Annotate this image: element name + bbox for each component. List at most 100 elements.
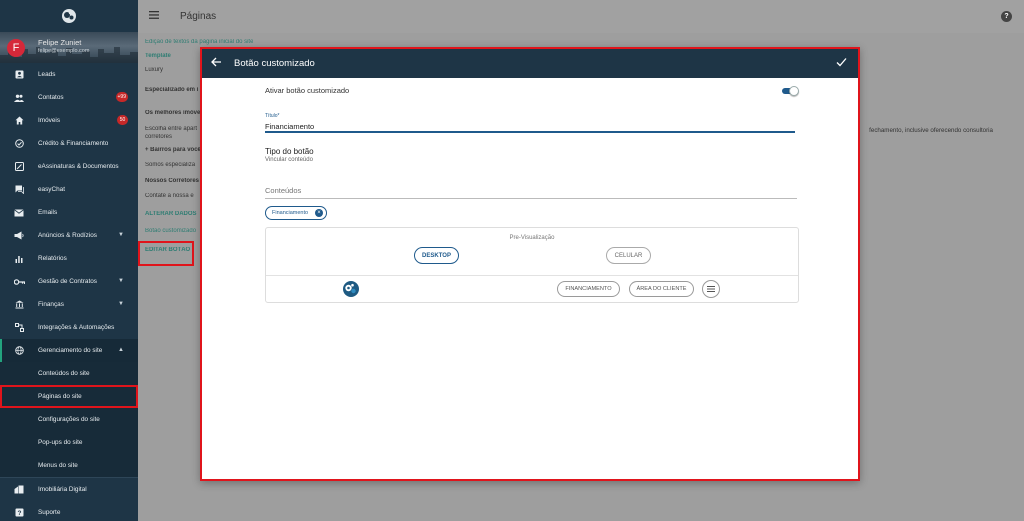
text-heading: Os melhores imóve: [145, 110, 200, 116]
close-icon[interactable]: ×: [315, 209, 323, 217]
user-name: Felipe Zuniet: [38, 38, 82, 47]
toggle-row: Ativar botão customizado: [265, 85, 799, 99]
sidebar-item-credito[interactable]: Crédito & Financiamento: [0, 132, 138, 155]
sidebar-item-contatos[interactable]: Contatos +99: [0, 86, 138, 109]
sidebar-item-financas[interactable]: Finanças ▼: [0, 293, 138, 316]
template-value: Luxury: [145, 67, 164, 73]
toggle-label: Ativar botão customizado: [265, 86, 350, 95]
sidebar-item-gestao-contratos[interactable]: Gestão de Contratos ▼: [0, 270, 138, 293]
person-card-icon: [0, 70, 38, 79]
sidebar-subitem-paginas[interactable]: Páginas do site: [0, 385, 138, 408]
sidebar-subitem-configuracoes[interactable]: Configurações do site: [0, 408, 138, 431]
sidebar-item-emails[interactable]: Emails: [0, 201, 138, 224]
desktop-button[interactable]: DESKTOP: [414, 247, 459, 264]
sidebar-item-label: Integrações & Automações: [38, 324, 115, 331]
template-label: Template: [145, 53, 171, 59]
sidebar-item-suporte[interactable]: ? Suporte: [0, 501, 138, 521]
chevron-down-icon: ▼: [118, 301, 124, 307]
preview-panel: Pre-Visualização DESKTOP CELULAR FINANCI…: [265, 227, 799, 303]
highlight-box: [138, 241, 194, 266]
avatar[interactable]: F: [7, 39, 25, 57]
brand-logo[interactable]: [0, 0, 138, 32]
integration-icon: [0, 323, 38, 332]
sidebar-subitem-conteudos[interactable]: Conteúdos do site: [0, 362, 138, 385]
sidebar-item-relatorios[interactable]: Relatórios: [0, 247, 138, 270]
sidebar-item-imobiliaria-digital[interactable]: Imobiliária Digital: [0, 478, 138, 501]
user-profile[interactable]: F Felipe Zuniet felipe@exemplo.com: [0, 32, 138, 63]
sidebar-item-leads[interactable]: Leads: [0, 63, 138, 86]
chevron-down-icon: ▼: [118, 278, 124, 284]
activate-toggle[interactable]: [781, 86, 799, 96]
signature-icon: [0, 162, 38, 171]
title-input[interactable]: Financiamento: [265, 122, 314, 131]
preview-nav-financiamento[interactable]: FINANCIAMENTO: [557, 281, 620, 297]
content-chip[interactable]: Financiamento ×: [265, 206, 327, 220]
button-type-heading: Tipo do botão: [265, 147, 314, 156]
sidebar-item-eassinaturas[interactable]: eAssinaturas & Documentos: [0, 155, 138, 178]
sidebar: F Felipe Zuniet felipe@exemplo.com Leads…: [0, 0, 138, 521]
people-icon: [0, 94, 38, 102]
preview-nav-area-cliente[interactable]: ÁREA DO CLIENTE: [629, 281, 694, 297]
sidebar-item-label: Imobiliária Digital: [38, 486, 87, 493]
page-title: Páginas: [180, 11, 217, 22]
building-icon: [0, 485, 38, 494]
sidebar-item-label: eAssinaturas & Documentos: [38, 163, 119, 170]
sidebar-item-label: Emails: [38, 209, 58, 216]
toggle-knob: [789, 86, 799, 96]
dialog-title: Botão customizado: [234, 58, 315, 69]
megaphone-icon: [0, 231, 38, 240]
key-icon: [0, 278, 38, 285]
sidebar-item-imoveis[interactable]: Imóveis 50: [0, 109, 138, 132]
text-value: corretores: [145, 134, 173, 140]
preview-title: Pre-Visualização: [509, 235, 555, 241]
botao-customizado-label: Botão customizado: [145, 228, 197, 234]
button-type-value[interactable]: Vincular conteúdo: [265, 157, 313, 163]
chevron-up-icon: ▲: [118, 347, 124, 353]
custom-button-dialog: Botão customizado Ativar botão customiza…: [200, 47, 860, 481]
editar-botao-link[interactable]: EDITAR BOTÃO: [145, 247, 190, 253]
help-icon[interactable]: ?: [1001, 11, 1012, 22]
sidebar-item-label: Suporte: [38, 509, 61, 516]
alterar-dados-link[interactable]: ALTERAR DADOS: [145, 211, 197, 217]
text-heading: Nossos Corretores: [145, 178, 200, 184]
bank-icon: [0, 300, 38, 309]
sidebar-item-anuncios[interactable]: Anúncios & Rodízios ▼: [0, 224, 138, 247]
globe-icon: [0, 346, 38, 355]
sidebar-item-label: Leads: [38, 71, 56, 78]
mobile-button[interactable]: CELULAR: [606, 247, 651, 264]
input-underline: [265, 198, 797, 199]
text-value: fechamento, inclusive oferecendo consult…: [869, 127, 993, 134]
count-badge: +99: [115, 92, 128, 102]
text-heading: Especializado em i: [145, 87, 199, 93]
menu-icon[interactable]: [149, 11, 159, 21]
sidebar-item-easychat[interactable]: easyChat: [0, 178, 138, 201]
menu-icon[interactable]: [702, 280, 720, 298]
sidebar-item-label: Relatórios: [38, 255, 67, 262]
sidebar-item-label: easyChat: [38, 186, 65, 193]
contents-select[interactable]: Conteúdos: [265, 186, 301, 195]
section-title: Edição de textos da página inicial do si…: [145, 39, 254, 45]
divider: [266, 275, 798, 276]
sidebar-subitem-menus[interactable]: Menus do site: [0, 454, 138, 477]
bar-chart-icon: [0, 255, 38, 263]
sidebar-subitem-popups[interactable]: Pop-ups do site: [0, 431, 138, 454]
dialog-header: Botão customizado: [202, 49, 858, 78]
home-icon: [0, 116, 38, 125]
arrow-back-icon[interactable]: [211, 57, 222, 69]
chat-icon: [0, 185, 38, 194]
chameleon-logo-icon: [62, 9, 76, 23]
title-field-label: Título*: [265, 113, 280, 119]
support-icon: ?: [0, 508, 38, 517]
chevron-down-icon: ▼: [118, 232, 124, 238]
sidebar-item-gerenciamento-site[interactable]: Gerenciamento do site ▲: [0, 339, 138, 362]
sidebar-item-integracoes[interactable]: Integrações & Automações: [0, 316, 138, 339]
top-bar: Páginas ?: [138, 0, 1024, 33]
text-value: Contate a nossa e: [145, 193, 194, 199]
chip-label: Financiamento: [272, 210, 309, 216]
text-value: Escolha entre apart: [145, 126, 198, 132]
check-icon[interactable]: [836, 57, 847, 69]
chameleon-logo-icon: [342, 280, 360, 300]
input-underline: [265, 131, 795, 133]
text-heading: + Bairros para você: [145, 147, 200, 153]
svg-text:?: ?: [17, 510, 21, 517]
